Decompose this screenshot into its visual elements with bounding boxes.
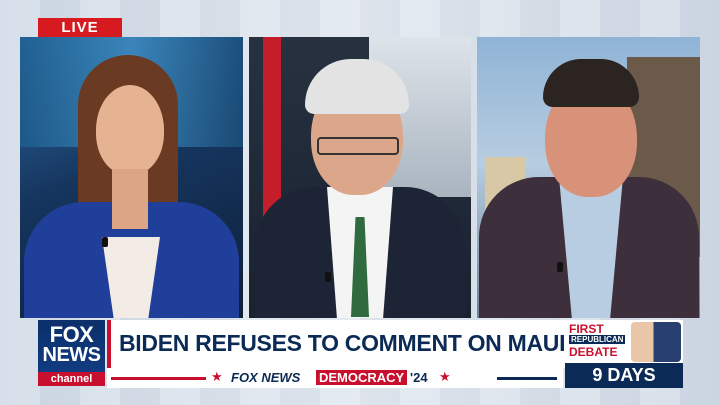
debate-promo: FIRST REPUBLICAN DEBATE 9 DAYS	[565, 320, 683, 388]
lapel-mic	[557, 262, 563, 272]
lapel-mic	[325, 272, 331, 282]
video-panel-left	[20, 37, 243, 318]
video-panel-center	[249, 37, 471, 318]
person-left	[20, 37, 243, 318]
fox-news-logo: FOX NEWS channel	[38, 320, 105, 386]
promo-first: FIRST	[569, 322, 604, 336]
star-icon: ★	[439, 369, 451, 384]
ticker-stripe-left	[111, 377, 206, 380]
promo-countdown: 9 DAYS	[565, 363, 683, 388]
ticker-stripe-right	[497, 377, 557, 380]
lapel-mic	[102, 237, 108, 247]
person-right	[477, 37, 700, 318]
promo-hosts-image	[631, 322, 681, 362]
logo-channel-text: channel	[38, 372, 105, 386]
neck	[112, 169, 148, 229]
video-panel-right	[477, 37, 700, 318]
live-badge: LIVE	[38, 18, 122, 37]
glasses	[317, 137, 399, 155]
promo-debate: DEBATE	[569, 345, 618, 359]
hair	[543, 59, 639, 107]
headline-bar: BIDEN REFUSES TO COMMENT ON MAUI WILDFIR…	[107, 320, 680, 368]
ticker-democracy-label: DEMOCRACY	[316, 370, 408, 385]
star-icon: ★	[211, 369, 223, 384]
hair	[305, 59, 409, 114]
ticker-network: FOX NEWS	[231, 370, 301, 385]
promo-republican: REPUBLICAN	[569, 335, 626, 344]
ticker-bar: ★ FOX NEWS DEMOCRACY '24 ★	[107, 368, 563, 388]
logo-news-text: NEWS	[42, 344, 102, 366]
person-center	[249, 37, 471, 318]
ticker-year: '24	[410, 370, 428, 385]
face	[96, 85, 164, 175]
logo-fox-text: FOX	[49, 322, 94, 347]
